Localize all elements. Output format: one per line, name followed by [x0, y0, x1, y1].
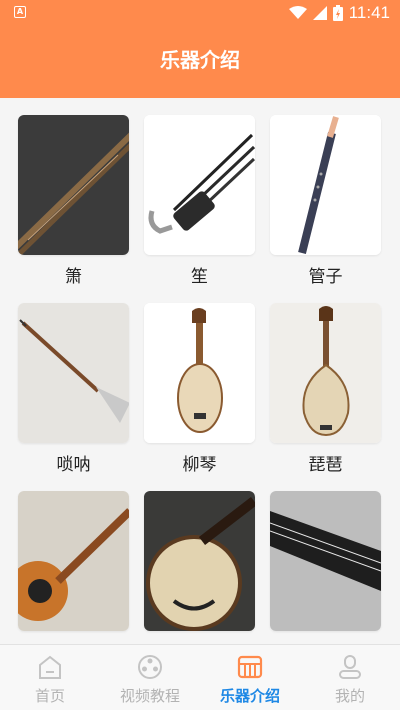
instrument-thumbnail: [270, 491, 381, 631]
nav-label-instruments: 乐器介绍: [219, 687, 280, 705]
instrument-thumbnail: [144, 491, 255, 631]
wifi-icon: [288, 6, 307, 19]
instrument-name: 柳琴: [182, 455, 217, 475]
nav-label-home: 首页: [34, 687, 65, 705]
nav-profile[interactable]: 我的: [300, 645, 400, 710]
user-icon: [339, 655, 361, 679]
instrument-card-guanzi[interactable]: 管子: [270, 115, 381, 289]
instrument-name: 琵琶: [308, 455, 343, 475]
instrument-thumbnail: [18, 491, 129, 631]
instrument-name: 唢呐: [56, 455, 91, 475]
page-title: 乐器介绍: [160, 48, 240, 72]
cell-signal-icon: [312, 6, 327, 20]
instrument-card-9[interactable]: [270, 491, 381, 644]
nav-label-video: 视频教程: [119, 687, 180, 705]
bottom-nav: 首页 视频教程 乐器介绍 我的: [0, 644, 400, 710]
status-icons: 11:41: [288, 2, 390, 24]
instrument-thumbnail: [270, 303, 381, 443]
instrument-card-suona[interactable]: 唢呐: [18, 303, 129, 477]
instrument-thumbnail: [18, 115, 129, 255]
nav-home[interactable]: 首页: [0, 645, 100, 710]
nav-video-tutorials[interactable]: 视频教程: [100, 645, 200, 710]
app-notification-icon: A: [14, 6, 26, 18]
instrument-card-xiao[interactable]: 箫: [18, 115, 129, 289]
instrument-card-pipa[interactable]: 琵琶: [270, 303, 381, 477]
instrument-card-sheng[interactable]: 笙: [144, 115, 255, 289]
instrument-icon: [237, 655, 263, 679]
instrument-name: 箫: [65, 267, 82, 287]
status-bar: A 11:41: [0, 0, 400, 26]
instrument-name: 管子: [308, 267, 343, 287]
instrument-card-liuqin[interactable]: 柳琴: [144, 303, 255, 477]
home-icon: [39, 655, 61, 679]
instrument-thumbnail: [270, 115, 381, 255]
status-time: 11:41: [348, 3, 390, 22]
instrument-thumbnail: [144, 303, 255, 443]
film-reel-icon: [138, 655, 162, 679]
nav-instruments[interactable]: 乐器介绍: [200, 645, 300, 710]
instrument-card-7[interactable]: [18, 491, 129, 644]
app-header: 乐器介绍: [0, 26, 400, 98]
nav-label-profile: 我的: [334, 687, 365, 705]
instrument-thumbnail: [18, 303, 129, 443]
instrument-name: 笙: [191, 267, 208, 287]
instrument-card-8[interactable]: [144, 491, 255, 644]
instrument-thumbnail: [144, 115, 255, 255]
instrument-grid: 箫 笙 管子 唢呐 柳琴 琵琶: [0, 98, 400, 644]
battery-icon: [332, 5, 343, 21]
